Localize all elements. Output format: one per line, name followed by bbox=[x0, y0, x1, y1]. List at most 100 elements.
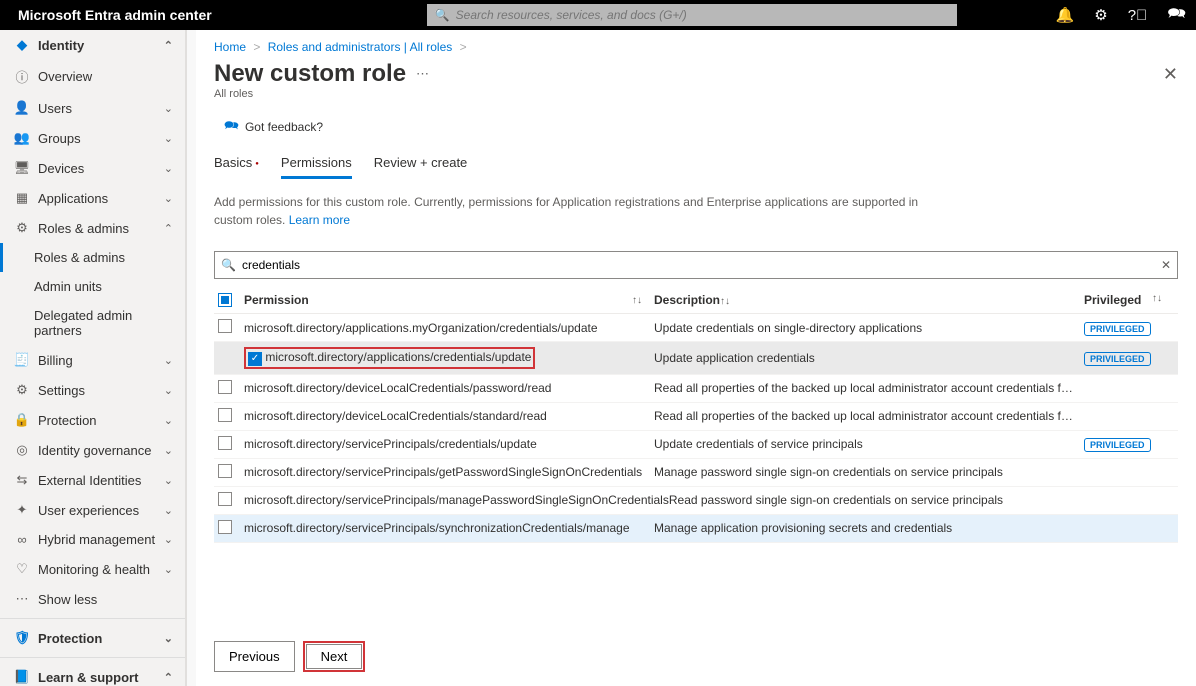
col-permission[interactable]: Permission↑↓ bbox=[244, 293, 654, 307]
crumb-home[interactable]: Home bbox=[214, 40, 246, 54]
governance-icon: ◎ bbox=[12, 442, 32, 458]
row-checkbox[interactable] bbox=[218, 408, 232, 422]
sort-icon[interactable]: ↑↓ bbox=[1152, 293, 1174, 304]
sort-icon[interactable]: ↑↓ bbox=[632, 295, 654, 306]
global-search[interactable]: 🔍 bbox=[427, 4, 957, 26]
sidebar-item-roles[interactable]: ⚙Roles & admins⌃ bbox=[0, 213, 185, 243]
permission-name: microsoft.directory/servicePrincipals/ge… bbox=[244, 465, 642, 479]
settings-icon[interactable]: ⚙ bbox=[1094, 6, 1107, 24]
feedback-link[interactable]: 🗪 Got feedback? bbox=[196, 110, 1196, 149]
tab-permissions[interactable]: Permissions bbox=[281, 149, 352, 179]
col-privileged[interactable]: Privileged ↑↓ bbox=[1084, 293, 1174, 307]
sidebar-item-users[interactable]: 👤Users⌄ bbox=[0, 93, 185, 123]
sidebar-item-show-less[interactable]: ⋯Show less bbox=[0, 584, 185, 614]
sidebar-item-learn[interactable]: 📘Learn & support⌃ bbox=[0, 662, 185, 686]
chevron-down-icon: ⌄ bbox=[164, 533, 173, 546]
sidebar-label: Devices bbox=[38, 161, 164, 176]
chevron-down-icon: ⌄ bbox=[164, 504, 173, 517]
feedback-icon[interactable]: 🗪 bbox=[1167, 3, 1186, 28]
footer-buttons: Previous Next bbox=[196, 630, 1196, 686]
sort-icon[interactable]: ↑↓ bbox=[720, 296, 742, 307]
sidebar-sub-admin-units[interactable]: Admin units bbox=[0, 272, 185, 301]
sidebar-sub-roles[interactable]: Roles & admins bbox=[0, 243, 185, 272]
permission-desc: Update credentials on single-directory a… bbox=[654, 321, 1084, 335]
select-all-checkbox[interactable] bbox=[218, 293, 232, 307]
sidebar-item-settings[interactable]: ⚙Settings⌄ bbox=[0, 375, 185, 405]
roles-icon: ⚙ bbox=[12, 220, 32, 236]
row-checkbox[interactable] bbox=[218, 380, 232, 394]
identity-icon: ◆ bbox=[12, 37, 32, 53]
close-icon[interactable]: ✕ bbox=[1163, 64, 1178, 85]
sidebar-label: Applications bbox=[38, 191, 164, 206]
sidebar-label: Delegated admin partners bbox=[34, 308, 173, 338]
search-icon: 🔍 bbox=[221, 258, 236, 272]
help-icon[interactable]: ?⃝ bbox=[1128, 7, 1148, 24]
sidebar-item-monitoring[interactable]: ♡Monitoring & health⌄ bbox=[0, 554, 185, 584]
sidebar-item-hybrid[interactable]: ∞Hybrid management⌄ bbox=[0, 525, 185, 554]
sidebar-item-identity-governance[interactable]: ◎Identity governance⌄ bbox=[0, 435, 185, 465]
sidebar-item-overview[interactable]: ⓘOverview bbox=[0, 60, 185, 93]
chevron-right-icon: > bbox=[460, 40, 467, 54]
table-row[interactable]: microsoft.directory/servicePrincipals/cr… bbox=[214, 431, 1178, 459]
table-row[interactable]: microsoft.directory/servicePrincipals/sy… bbox=[214, 515, 1178, 543]
clear-search-icon[interactable]: ✕ bbox=[1161, 258, 1171, 272]
table-row[interactable]: microsoft.directory/applications.myOrgan… bbox=[214, 314, 1178, 342]
chevron-down-icon: ⌄ bbox=[164, 162, 173, 175]
sidebar-label: External Identities bbox=[38, 473, 164, 488]
next-button[interactable]: Next bbox=[306, 644, 363, 669]
more-actions-icon[interactable]: ⋯ bbox=[416, 66, 429, 82]
permission-desc: Manage application provisioning secrets … bbox=[654, 521, 1084, 535]
table-row[interactable]: microsoft.directory/applications/credent… bbox=[214, 342, 1178, 375]
row-checkbox[interactable] bbox=[218, 520, 232, 534]
shield-icon: 🛡 bbox=[12, 630, 32, 646]
top-bar: Microsoft Entra admin center 🔍 🔔 ⚙ ?⃝ 🗪 bbox=[0, 0, 1196, 30]
user-exp-icon: ✦ bbox=[12, 502, 32, 518]
notifications-icon[interactable]: 🔔 bbox=[1056, 6, 1075, 24]
apps-icon: ▦ bbox=[12, 190, 32, 206]
sidebar-item-billing[interactable]: 🧾Billing⌄ bbox=[0, 345, 185, 375]
sidebar-label: Show less bbox=[38, 592, 173, 607]
table-row[interactable]: microsoft.directory/deviceLocalCredentia… bbox=[214, 403, 1178, 431]
lock-icon: 🔒 bbox=[12, 412, 32, 428]
topbar-actions: 🔔 ⚙ ?⃝ 🗪 bbox=[1056, 3, 1186, 28]
tab-basics[interactable]: Basics bbox=[214, 149, 259, 179]
table-row[interactable]: microsoft.directory/servicePrincipals/ma… bbox=[214, 487, 1178, 515]
scroll-edge bbox=[186, 30, 196, 686]
search-input[interactable] bbox=[456, 8, 949, 22]
row-checkbox[interactable] bbox=[218, 492, 232, 506]
sidebar-sub-delegated[interactable]: Delegated admin partners bbox=[0, 301, 185, 345]
row-checkbox[interactable] bbox=[218, 436, 232, 450]
table-row[interactable]: microsoft.directory/servicePrincipals/ge… bbox=[214, 459, 1178, 487]
permission-search-input[interactable] bbox=[242, 258, 1161, 272]
table-row[interactable]: microsoft.directory/deviceLocalCredentia… bbox=[214, 375, 1178, 403]
page-title: New custom role bbox=[214, 60, 406, 88]
row-checkbox[interactable] bbox=[248, 352, 262, 366]
sidebar-item-protection-section[interactable]: 🛡Protection⌄ bbox=[0, 623, 185, 653]
chevron-right-icon: > bbox=[253, 40, 260, 54]
col-description[interactable]: Description↑↓ bbox=[654, 293, 1084, 307]
permission-search[interactable]: 🔍 ✕ bbox=[214, 251, 1178, 279]
row-checkbox[interactable] bbox=[218, 319, 232, 333]
permission-name: microsoft.directory/deviceLocalCredentia… bbox=[244, 409, 547, 423]
row-checkbox[interactable] bbox=[218, 464, 232, 478]
learn-more-link[interactable]: Learn more bbox=[289, 213, 350, 227]
sidebar: ◆ Identity ⌃ ⓘOverview 👤Users⌄ 👥Groups⌄ … bbox=[0, 30, 186, 686]
overview-icon: ⓘ bbox=[12, 67, 32, 86]
col-label: Privileged bbox=[1084, 293, 1141, 307]
permission-name: microsoft.directory/servicePrincipals/sy… bbox=[244, 521, 630, 535]
sidebar-item-user-experiences[interactable]: ✦ User experiences⌄ bbox=[0, 495, 185, 525]
previous-button[interactable]: Previous bbox=[214, 641, 295, 672]
sidebar-item-devices[interactable]: 🖥Devices⌄ bbox=[0, 153, 185, 183]
chevron-down-icon: ⌄ bbox=[164, 384, 173, 397]
crumb-roles[interactable]: Roles and administrators | All roles bbox=[268, 40, 453, 54]
sidebar-label: User experiences bbox=[38, 503, 164, 518]
sidebar-item-groups[interactable]: 👥Groups⌄ bbox=[0, 123, 185, 153]
sidebar-item-applications[interactable]: ▦Applications⌄ bbox=[0, 183, 185, 213]
sidebar-item-external-identities[interactable]: ⇆External Identities⌄ bbox=[0, 465, 185, 495]
permission-desc: Update application credentials bbox=[654, 351, 1084, 365]
sidebar-label: Groups bbox=[38, 131, 164, 146]
sidebar-item-protection[interactable]: 🔒Protection⌄ bbox=[0, 405, 185, 435]
tab-review[interactable]: Review + create bbox=[374, 149, 468, 179]
sidebar-item-identity[interactable]: ◆ Identity ⌃ bbox=[0, 30, 185, 60]
chevron-down-icon: ⌄ bbox=[164, 354, 173, 367]
